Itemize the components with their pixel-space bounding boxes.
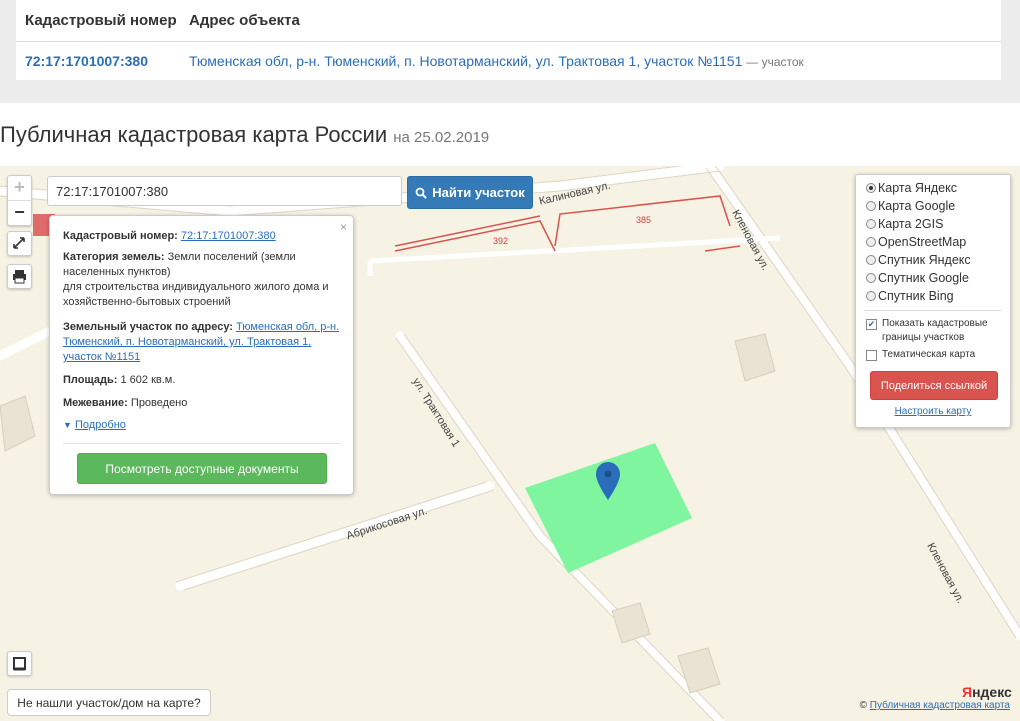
- popup-category-label: Категория земель:: [63, 251, 165, 263]
- show-borders-label: Показать кадастровые границы участков: [882, 318, 988, 343]
- map-layers-panel: Карта Яндекс Карта Google Карта 2GIS Ope…: [855, 174, 1011, 428]
- thematic-map-label: Тематическая карта: [882, 349, 976, 360]
- popup-use-value: для строительства индивидуального жилого…: [63, 281, 329, 308]
- print-button[interactable]: [7, 264, 32, 289]
- layer-label: Карта Яндекс: [878, 181, 957, 195]
- popup-area: Площадь: 1 602 кв.м.: [63, 373, 348, 388]
- popup-area-value: 1 602 кв.м.: [120, 374, 176, 386]
- zoom-in-button[interactable]: +: [8, 176, 31, 201]
- zoom-out-button[interactable]: −: [8, 201, 31, 225]
- yandex-logo-rest: ндекс: [972, 684, 1012, 700]
- table-header: Кадастровый номер Адрес объекта: [16, 0, 1001, 42]
- popup-cad-label: Кадастровый номер:: [63, 230, 178, 242]
- popup-cad-link[interactable]: 72:17:1701007:380: [181, 230, 276, 242]
- yandex-logo-first: Я: [962, 684, 973, 700]
- radio-icon[interactable]: [866, 219, 876, 229]
- layer-option-yandex-sat[interactable]: Спутник Яндекс: [866, 253, 971, 267]
- search-button[interactable]: Найти участок: [407, 176, 533, 209]
- page-title-date: на 25.02.2019: [393, 129, 490, 146]
- parcel-number-385: 385: [636, 215, 652, 225]
- share-link-button[interactable]: Поделиться ссылкой: [870, 371, 998, 400]
- layer-label: Спутник Яндекс: [878, 253, 971, 267]
- fullscreen-button[interactable]: [7, 231, 32, 256]
- expand-icon: [13, 237, 25, 249]
- layer-option-google[interactable]: Карта Google: [866, 199, 955, 213]
- results-table: Кадастровый номер Адрес объекта 72:17:17…: [16, 0, 1001, 80]
- view-documents-button[interactable]: Посмотреть доступные документы: [77, 453, 327, 484]
- popup-area-label: Площадь:: [63, 374, 118, 386]
- map-footer: © Публичная кадастровая карта: [860, 700, 1010, 711]
- page-title: Публичная кадастровая карта России на 25…: [0, 122, 489, 148]
- frame-icon: [13, 657, 26, 671]
- radio-icon[interactable]: [866, 237, 876, 247]
- layer-option-google-sat[interactable]: Спутник Google: [866, 271, 969, 285]
- popup-survey-value: Проведено: [130, 397, 188, 409]
- popup-address: Земельный участок по адресу: Тюменская о…: [63, 320, 348, 365]
- layer-label: Карта Google: [878, 199, 956, 213]
- checkbox-checked-icon[interactable]: ✔: [866, 319, 877, 330]
- copyright-symbol: ©: [859, 700, 867, 711]
- popup-divider: [63, 443, 341, 444]
- thematic-map-option[interactable]: Тематическая карта: [866, 348, 975, 362]
- popup-more-link[interactable]: Подробно: [75, 419, 126, 431]
- checkbox-icon[interactable]: [866, 350, 877, 361]
- popup-cadastral: Кадастровый номер: 72:17:1701007:380: [63, 229, 348, 244]
- popup-more[interactable]: ▼ Подробно: [63, 418, 348, 433]
- row-object-type: — участок: [746, 55, 804, 69]
- layer-label: OpenStreetMap: [878, 235, 967, 249]
- radio-icon[interactable]: [866, 273, 876, 283]
- layer-label: Карта 2GIS: [878, 217, 944, 231]
- layer-label: Спутник Bing: [878, 289, 954, 303]
- panel-divider: [864, 310, 1002, 311]
- zoom-control: + −: [7, 175, 32, 226]
- show-borders-option[interactable]: ✔ Показать кадастровые границы участков: [866, 317, 1001, 345]
- print-icon: [13, 270, 26, 284]
- search-icon: [415, 187, 427, 199]
- search-input[interactable]: [47, 176, 402, 206]
- layer-option-osm[interactable]: OpenStreetMap: [866, 235, 966, 249]
- popup-address-label: Земельный участок по адресу:: [63, 321, 233, 333]
- layer-label: Спутник Google: [878, 271, 969, 285]
- layer-option-bing-sat[interactable]: Спутник Bing: [866, 289, 954, 303]
- popup-survey: Межевание: Проведено: [63, 396, 348, 411]
- popup-survey-label: Межевание:: [63, 397, 128, 409]
- row-address-link[interactable]: Тюменская обл, р-н. Тюменский, п. Новота…: [189, 53, 742, 69]
- header-address: Адрес объекта: [189, 12, 300, 29]
- layer-option-2gis[interactable]: Карта 2GIS: [866, 217, 943, 231]
- layers-toggle-button[interactable]: [7, 651, 32, 676]
- not-found-button[interactable]: Не нашли участок/дом на карте?: [7, 689, 211, 716]
- radio-icon[interactable]: [866, 255, 876, 265]
- caret-down-icon: ▼: [63, 420, 72, 430]
- radio-icon[interactable]: [866, 291, 876, 301]
- row-address[interactable]: Тюменская обл, р-н. Тюменский, п. Новота…: [189, 53, 804, 69]
- header-cadastral-number: Кадастровый номер: [25, 12, 177, 29]
- table-row[interactable]: 72:17:1701007:380 Тюменская обл, р-н. Тю…: [16, 42, 1001, 80]
- layer-option-yandex[interactable]: Карта Яндекс: [866, 181, 957, 195]
- radio-icon[interactable]: [866, 183, 876, 193]
- yandex-logo: Яндекс: [962, 684, 1012, 700]
- footer-link[interactable]: Публичная кадастровая карта: [870, 700, 1010, 711]
- parcel-info-popup: × Кадастровый номер: 72:17:1701007:380 К…: [49, 215, 354, 495]
- popup-category: Категория земель: Земли поселений (земли…: [63, 250, 348, 310]
- search-button-label: Найти участок: [432, 185, 525, 200]
- configure-map-link[interactable]: Настроить карту: [856, 406, 1010, 417]
- radio-icon[interactable]: [866, 201, 876, 211]
- page-title-text: Публичная кадастровая карта России: [0, 122, 388, 147]
- parcel-number-392: 392: [493, 236, 509, 246]
- row-cadastral-number-link[interactable]: 72:17:1701007:380: [16, 53, 189, 69]
